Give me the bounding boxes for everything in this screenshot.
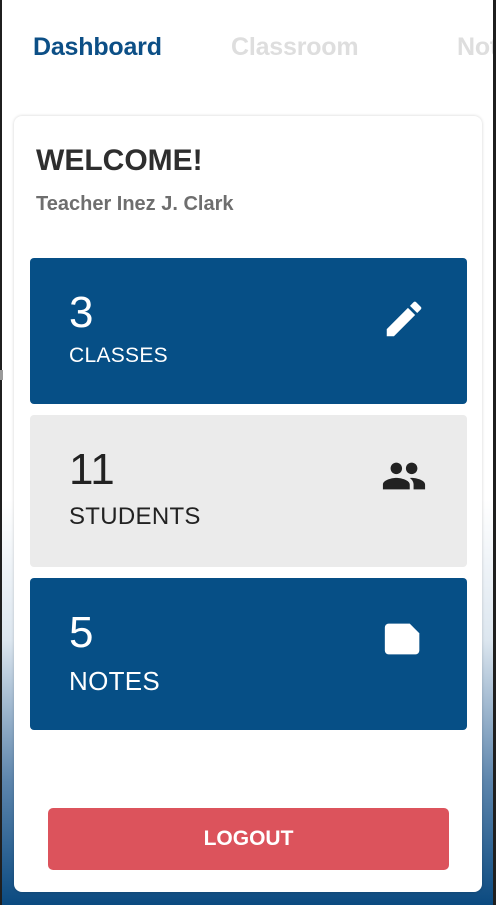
edge-marker (0, 370, 3, 380)
tab-bar: Dashboard Classroom Notes (0, 0, 493, 100)
tab-dashboard[interactable]: Dashboard (33, 33, 162, 62)
students-label: STUDENTS (69, 503, 201, 530)
welcome-title: WELCOME! (36, 144, 203, 177)
notes-count: 5 (69, 608, 94, 657)
students-stat-card[interactable]: 11 STUDENTS (30, 415, 467, 567)
notes-label: NOTES (69, 666, 161, 696)
teacher-name: Teacher Inez J. Clark (36, 193, 234, 215)
pencil-icon (386, 301, 422, 337)
students-count: 11 (69, 445, 115, 494)
logout-button[interactable]: LOGOUT (48, 808, 449, 870)
classes-stat-card[interactable]: 3 CLASSES (30, 258, 467, 404)
notes-stat-card[interactable]: 5 NOTES (30, 578, 467, 730)
tab-notes[interactable]: Notes (457, 33, 493, 62)
dashboard-card: WELCOME! Teacher Inez J. Clark 3 CLASSES… (14, 116, 482, 892)
classes-count: 3 (69, 288, 94, 337)
window-frame-left (0, 0, 2, 905)
note-icon (384, 623, 420, 655)
tab-classroom[interactable]: Classroom (231, 33, 359, 62)
people-icon (382, 462, 426, 490)
classes-label: CLASSES (69, 344, 168, 367)
